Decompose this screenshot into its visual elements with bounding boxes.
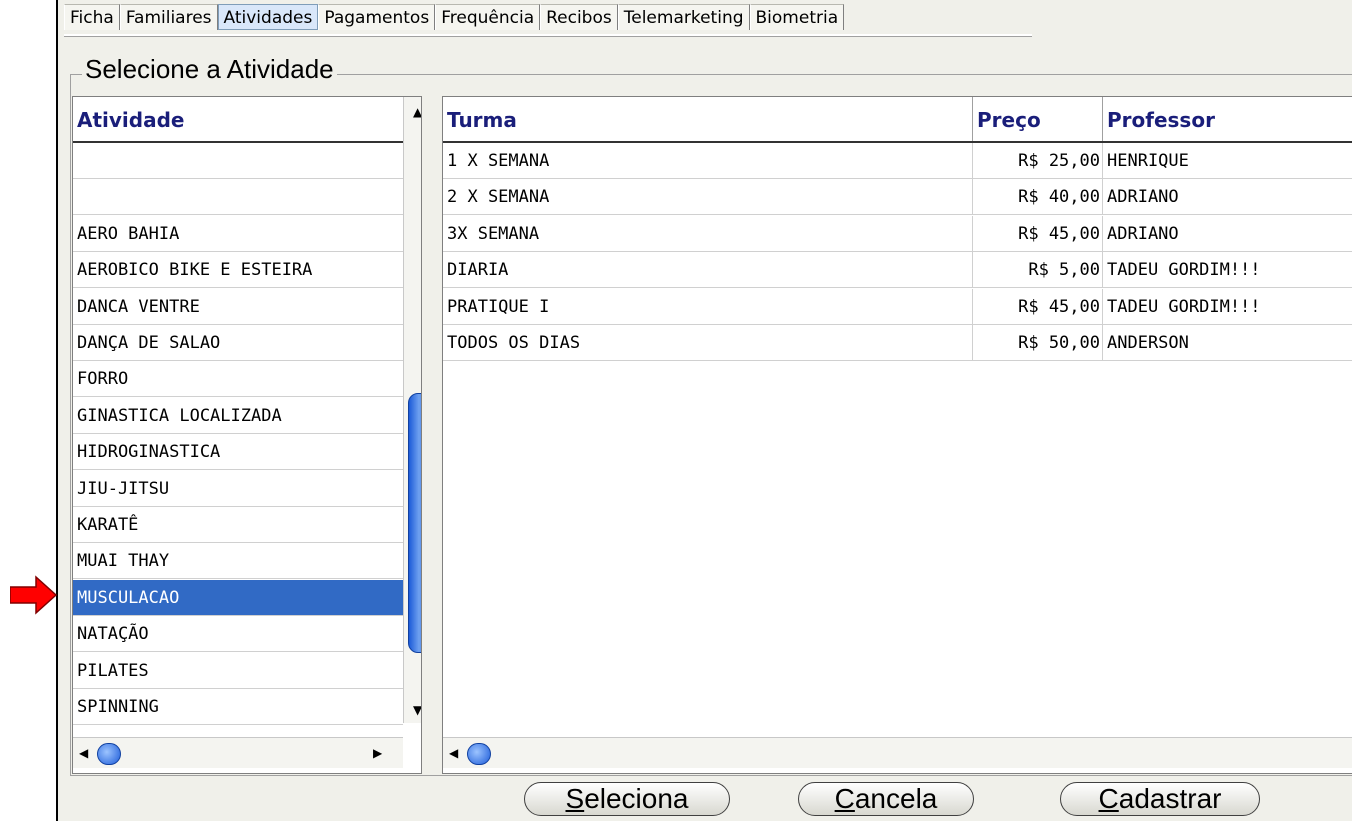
cancela-button[interactable]: Cancela <box>798 782 974 816</box>
activity-name: JIU-JITSU <box>77 478 170 499</box>
class-horizontal-scroll-thumb[interactable] <box>467 743 491 765</box>
activity-list-item[interactable]: HIDROGINASTICA <box>73 434 403 471</box>
activity-name: AEROBICO BIKE E ESTEIRA <box>77 260 313 281</box>
class-turma-cell: 1 X SEMANA <box>443 143 973 179</box>
activity-list-item[interactable] <box>73 179 403 216</box>
activity-list-item[interactable]: MUSCULACAO <box>73 579 403 616</box>
class-professor-cell: ADRIANO <box>1103 216 1352 252</box>
class-turma-cell: DIARIA <box>443 252 973 289</box>
activity-name: DANÇA DE SALAO <box>77 333 221 353</box>
tab-ficha[interactable]: Ficha <box>64 4 120 30</box>
column-header-atividade[interactable]: Atividade <box>73 97 403 141</box>
class-table-row[interactable]: 1 X SEMANA R$ 25,00 HENRIQUE <box>443 143 1352 179</box>
class-table[interactable]: Turma Preço Professor 1 X SEMANA R$ 25,00… <box>442 96 1352 774</box>
tab-frequencia[interactable]: Frequência <box>435 4 541 30</box>
activity-name: NATAÇÃO <box>77 624 149 645</box>
class-table-row[interactable]: TODOS OS DIAS R$ 50,00 ANDERSON <box>443 325 1352 361</box>
tab-divider <box>64 34 1032 37</box>
class-preco-cell: R$ 25,00 <box>973 143 1103 179</box>
cadastrar-label: adastrar <box>1118 783 1222 814</box>
app-window: Ficha Familiares Atividades Pagamentos Frequ… <box>56 0 1352 821</box>
scroll-left-arrow-icon[interactable]: ◀ <box>79 746 88 760</box>
tab-biometria[interactable]: Biometria <box>749 4 845 30</box>
activity-name: MUAI THAY <box>77 551 170 572</box>
activity-horizontal-scroll-thumb[interactable] <box>97 743 121 765</box>
class-preco-cell: R$ 45,00 <box>973 215 1103 252</box>
activity-name: KARATÊ <box>77 515 139 535</box>
column-header-turma[interactable]: Turma <box>443 97 973 141</box>
tab-atividades[interactable]: Atividades <box>217 4 319 30</box>
activity-name: SPINNING <box>77 697 159 717</box>
seleciona-accelerator: S <box>565 783 585 814</box>
class-table-row[interactable]: DIARIA R$ 5,00 TADEU GORDIM!!! <box>443 252 1352 289</box>
activity-name: AERO BAHIA <box>77 223 180 244</box>
activity-list-item[interactable]: PILATES <box>73 653 403 689</box>
activity-list-item[interactable]: MUAI THAY <box>73 543 403 580</box>
class-table-row[interactable]: 2 X SEMANA R$ 40,00 ADRIANO <box>443 179 1352 216</box>
activity-list-item[interactable] <box>73 143 403 179</box>
scroll-up-arrow-icon[interactable]: ▲ <box>413 105 421 119</box>
class-preco-cell: R$ 45,00 <box>973 288 1103 325</box>
activity-list[interactable]: Atividade AERO BAHIA AEROBICO BIKE E ESTE… <box>72 96 422 774</box>
class-table-header: Turma Preço Professor <box>443 97 1352 143</box>
activity-name: FORRO <box>77 369 129 390</box>
scroll-left-arrow-icon[interactable]: ◀ <box>449 746 458 760</box>
class-table-row[interactable]: 3X SEMANA R$ 45,00 ADRIANO <box>443 215 1352 252</box>
tab-recibos[interactable]: Recibos <box>540 4 618 30</box>
class-horizontal-scrollbar[interactable]: ◀ <box>443 737 1352 768</box>
tab-pagamentos[interactable]: Pagamentos <box>318 4 436 30</box>
activity-vertical-scrollbar[interactable]: ▲ ▼ <box>403 97 421 723</box>
activity-name: MUSCULACAO <box>77 587 180 608</box>
activity-horizontal-scrollbar[interactable]: ◀ ▶ <box>73 737 403 768</box>
red-pointer-arrow-icon <box>10 575 58 615</box>
class-turma-cell: 2 X SEMANA <box>443 179 973 216</box>
activity-list-header: Atividade <box>73 97 403 143</box>
activity-list-item[interactable]: NATAÇÃO <box>73 616 403 653</box>
activity-list-item[interactable]: GINASTICA LOCALIZADA <box>73 398 403 434</box>
activity-vertical-scroll-thumb[interactable] <box>408 393 421 653</box>
tab-bar: Ficha Familiares Atividades Pagamentos Frequ… <box>64 4 845 34</box>
activity-list-item[interactable]: AERO BAHIA <box>73 216 403 252</box>
cadastrar-accelerator: C <box>1098 783 1119 814</box>
class-professor-cell: TADEU GORDIM!!! <box>1103 289 1352 325</box>
activity-list-item[interactable]: AEROBICO BIKE E ESTEIRA <box>73 252 403 289</box>
seleciona-label: eleciona <box>584 783 689 814</box>
class-turma-cell: PRATIQUE I <box>443 288 973 325</box>
tab-familiares[interactable]: Familiares <box>119 4 218 30</box>
cancela-label: ancela <box>854 783 938 814</box>
activity-name: GINASTICA LOCALIZADA <box>77 405 282 426</box>
class-professor-cell: ANDERSON <box>1103 325 1352 361</box>
class-preco-cell: R$ 40,00 <box>973 179 1103 216</box>
column-header-preco[interactable]: Preço <box>973 97 1103 141</box>
scroll-down-arrow-icon[interactable]: ▼ <box>413 703 421 717</box>
activity-list-item[interactable]: DANCA VENTRE <box>73 289 403 325</box>
activity-name <box>73 143 403 179</box>
group-title: Selecione a Atividade <box>82 54 337 85</box>
activity-list-item[interactable]: DANÇA DE SALAO <box>73 325 403 361</box>
cadastrar-button[interactable]: Cadastrar <box>1060 782 1260 816</box>
class-turma-cell: TODOS OS DIAS <box>443 325 973 361</box>
class-preco-cell: R$ 50,00 <box>973 325 1103 361</box>
activity-list-item[interactable]: KARATÊ <box>73 507 403 543</box>
class-professor-cell: HENRIQUE <box>1103 143 1352 179</box>
activity-name: HIDROGINASTICA <box>77 442 221 463</box>
activity-name: PILATES <box>77 660 149 681</box>
activity-name <box>73 179 403 215</box>
class-table-row[interactable]: PRATIQUE I R$ 45,00 TADEU GORDIM!!! <box>443 288 1352 325</box>
class-turma-cell: 3X SEMANA <box>443 215 973 252</box>
class-preco-cell: R$ 5,00 <box>973 252 1103 289</box>
activity-list-item[interactable]: SPINNING <box>73 689 403 725</box>
cancela-accelerator: C <box>834 783 855 814</box>
tab-telemarketing[interactable]: Telemarketing <box>617 4 750 30</box>
scroll-right-arrow-icon[interactable]: ▶ <box>373 746 382 760</box>
activity-list-item[interactable]: FORRO <box>73 361 403 398</box>
activity-list-item[interactable]: JIU-JITSU <box>73 471 403 507</box>
seleciona-button[interactable]: Seleciona <box>524 782 730 816</box>
activity-name: DANCA VENTRE <box>77 296 200 317</box>
class-professor-cell: TADEU GORDIM!!! <box>1103 252 1352 288</box>
class-professor-cell: ADRIANO <box>1103 179 1352 215</box>
column-header-professor[interactable]: Professor <box>1103 97 1352 141</box>
